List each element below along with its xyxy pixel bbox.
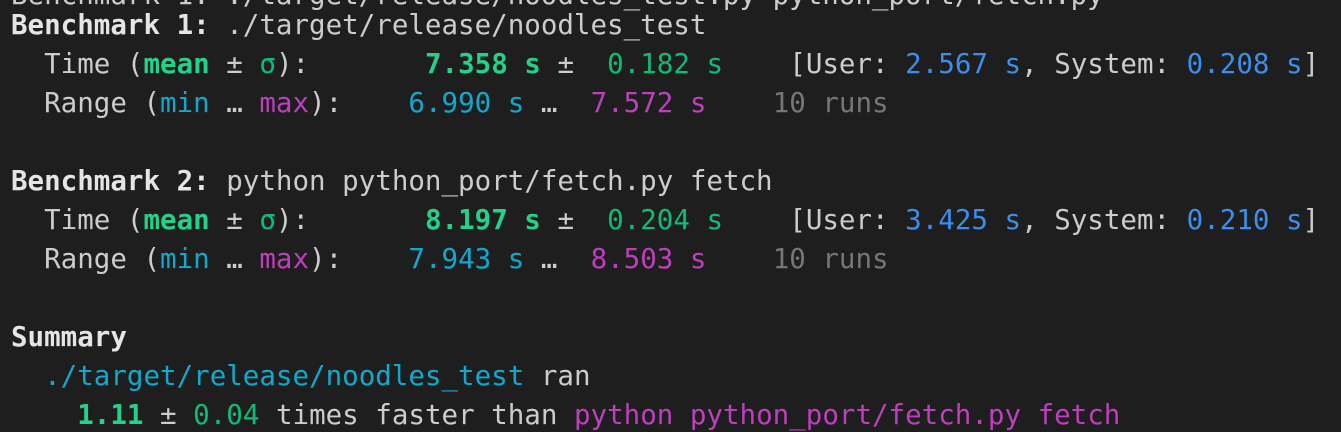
time-label-post: ): — [275, 204, 310, 236]
benchmark-2-user-time: 3.425 s — [905, 204, 1022, 236]
benchmark-1-command: ./target/release/noodles_test — [226, 9, 707, 41]
benchmark-2-time-row: Time (mean ± σ): 8.197 s ± 0.204 s [User… — [11, 201, 1319, 239]
summary-ratio: 1.11 — [77, 399, 144, 431]
benchmark-2-system-time: 0.210 s — [1186, 204, 1303, 236]
plus-minus: ± — [557, 204, 574, 236]
benchmark-1-range-row: Range (min … max): 6.990 s … 7.572 s 10 … — [11, 84, 889, 122]
range-label-mid: … — [209, 243, 260, 275]
time-label-sigma: σ — [259, 204, 276, 236]
summary-other-command: python python_port/fetch.py fetch — [573, 399, 1121, 431]
benchmark-2-mean: 8.197 s — [424, 204, 541, 236]
benchmark-2-runs: 10 runs — [772, 243, 889, 275]
benchmark-1-system-time: 0.208 s — [1186, 48, 1303, 80]
ellipsis: … — [540, 87, 558, 119]
time-label-mid: ± — [209, 204, 260, 236]
range-label-min: min — [160, 87, 210, 119]
benchmark-1-max: 7.572 s — [590, 87, 707, 119]
summary-ran: ran — [540, 360, 591, 392]
time-label-pre: Time ( — [44, 48, 144, 80]
time-label-post: ): — [275, 48, 310, 80]
benchmark-1-time-row: Time (mean ± σ): 7.358 s ± 0.182 s [User… — [11, 45, 1319, 83]
benchmark-2-header: Benchmark 2: python python_port/fetch.py… — [11, 162, 773, 200]
time-label-mean: mean — [143, 204, 210, 236]
benchmark-1-header: Benchmark 1: ./target/release/noodles_te… — [11, 6, 706, 44]
system-label: , System: — [1021, 48, 1187, 80]
benchmark-1-min: 6.990 s — [408, 87, 525, 119]
system-label: , System: — [1021, 204, 1187, 236]
ellipsis: … — [540, 243, 558, 275]
range-label-min: min — [160, 243, 210, 275]
benchmark-2-label: Benchmark 2: — [11, 165, 210, 197]
range-label-post: ): — [309, 87, 343, 119]
user-label: [User: — [789, 204, 906, 236]
range-label-pre: Range ( — [44, 243, 161, 275]
summary-fastest-command: ./target/release/noodles_test — [44, 360, 525, 392]
bracket-close: ] — [1302, 204, 1320, 236]
benchmark-1-runs: 10 runs — [772, 87, 889, 119]
summary-ratio-error: 0.04 — [193, 399, 260, 431]
bracket-close: ] — [1302, 48, 1320, 80]
benchmark-1-mean: 7.358 s — [424, 48, 541, 80]
summary-plus-minus: ± — [160, 399, 177, 431]
range-label-max: max — [259, 243, 310, 275]
time-label-pre: Time ( — [44, 204, 144, 236]
user-label: [User: — [789, 48, 906, 80]
range-label-max: max — [259, 87, 310, 119]
benchmark-2-min: 7.943 s — [408, 243, 525, 275]
summary-label: Summary — [11, 321, 127, 353]
summary-header: Summary — [11, 318, 127, 356]
range-label-post: ): — [309, 243, 343, 275]
range-label-mid: … — [209, 87, 260, 119]
plus-minus: ± — [557, 48, 574, 80]
benchmark-2-range-row: Range (min … max): 7.943 s … 8.503 s 10 … — [11, 240, 889, 278]
range-label-pre: Range ( — [44, 87, 161, 119]
summary-ratio-row: 1.11 ± 0.04 times faster than python pyt… — [11, 396, 1120, 432]
time-label-mean: mean — [143, 48, 210, 80]
summary-faster-text: times faster than — [275, 399, 558, 431]
summary-fastest-row: ./target/release/noodles_test ran — [11, 357, 591, 395]
terminal-output[interactable]: Benchmark 1: ./target/release/noodles_te… — [0, 0, 1341, 432]
time-label-mid: ± — [209, 48, 260, 80]
benchmark-1-sigma: 0.182 s — [607, 48, 724, 80]
benchmark-2-sigma: 0.204 s — [607, 204, 724, 236]
benchmark-1-label: Benchmark 1: — [11, 9, 210, 41]
benchmark-2-max: 8.503 s — [590, 243, 707, 275]
benchmark-2-command: python python_port/fetch.py fetch — [226, 165, 773, 197]
benchmark-1-user-time: 2.567 s — [905, 48, 1022, 80]
time-label-sigma: σ — [259, 48, 276, 80]
